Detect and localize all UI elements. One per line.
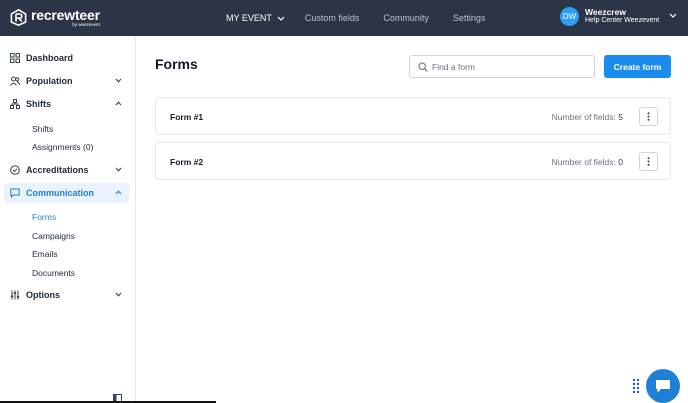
form-card[interactable]: Form #2 Number of fields: 0	[155, 142, 671, 180]
chevron-up-icon	[115, 190, 122, 195]
sliders-icon	[10, 290, 20, 300]
more-vertical-icon	[647, 112, 650, 121]
check-circle-icon	[10, 165, 20, 175]
form-name[interactable]: Form #1	[170, 112, 203, 122]
page-title: Forms	[155, 56, 198, 72]
chevron-down-icon	[115, 292, 122, 297]
chevron-down-icon	[277, 16, 285, 21]
sidebar-subitem-assignments[interactable]: Assignments (0)	[32, 142, 93, 152]
sidebar-item-accreditations[interactable]: Accreditations	[4, 160, 130, 180]
sidebar-subitem-documents[interactable]: Documents	[32, 268, 75, 278]
sidebar-item-label: Options	[26, 290, 60, 300]
more-vertical-icon	[647, 157, 650, 166]
chevron-down-icon	[669, 13, 677, 18]
field-count: Number of fields: 0	[552, 157, 623, 167]
brand-subtitle: by weezevent	[72, 22, 100, 27]
sidebar: Dashboard Population Shifts Shifts Assig…	[0, 36, 136, 403]
nav-settings[interactable]: Settings	[453, 13, 486, 23]
chat-bubble-icon	[656, 379, 670, 392]
user-subtitle: Help Center Weezevent	[585, 17, 660, 25]
nav-custom-fields[interactable]: Custom fields	[305, 13, 360, 23]
sidebar-item-label: Shifts	[26, 99, 52, 109]
chevron-down-icon	[115, 78, 122, 83]
form-card[interactable]: Form #1 Number of fields: 5	[155, 97, 671, 135]
field-count-label: Number of fields:	[551, 112, 616, 122]
message-icon	[10, 188, 20, 198]
grid-icon	[10, 53, 20, 63]
field-count-value: 5	[618, 112, 623, 122]
sidebar-item-label: Population	[26, 76, 73, 86]
create-form-button[interactable]: Create form	[604, 55, 671, 78]
nav-my-event[interactable]: MY EVENT	[226, 13, 285, 23]
nav-community[interactable]: Community	[383, 13, 429, 23]
sidebar-item-shifts[interactable]: Shifts	[4, 94, 130, 114]
people-icon	[10, 76, 20, 86]
search-box[interactable]	[409, 55, 595, 78]
sidebar-subitem-forms[interactable]: Forms	[32, 212, 56, 222]
sidebar-item-communication[interactable]: Communication	[4, 183, 130, 203]
sidebar-item-population[interactable]: Population	[4, 71, 130, 91]
user-name: Weezcrew	[585, 6, 626, 17]
field-count: Number of fields: 5	[552, 112, 623, 122]
top-nav: MY EVENT Custom fields Community Setting…	[226, 0, 509, 36]
form-options-button[interactable]	[639, 152, 658, 171]
user-menu[interactable]: DW Weezcrew Help Center Weezevent	[560, 6, 677, 26]
hierarchy-icon	[10, 99, 20, 109]
search-icon	[418, 62, 428, 72]
logo-icon	[10, 9, 27, 27]
field-count-label: Number of fields:	[551, 157, 616, 167]
avatar: DW	[560, 7, 579, 26]
form-name[interactable]: Form #2	[170, 157, 203, 167]
brand-logo[interactable]: recrewteer by weezevent	[10, 8, 100, 28]
drag-handle-icon[interactable]	[632, 378, 640, 394]
sidebar-item-label: Accreditations	[26, 165, 89, 175]
sidebar-item-options[interactable]: Options	[4, 285, 130, 305]
sidebar-item-label: Communication	[26, 188, 95, 198]
top-bar: recrewteer by weezevent MY EVENT Custom …	[0, 0, 688, 36]
sidebar-subitem-campaigns[interactable]: Campaigns	[32, 231, 75, 241]
sidebar-subitem-emails[interactable]: Emails	[32, 249, 58, 259]
nav-my-event-label: MY EVENT	[226, 13, 272, 23]
chevron-up-icon	[115, 101, 122, 106]
brand-name: recrewteer	[31, 7, 100, 23]
sidebar-item-label: Dashboard	[26, 53, 74, 63]
sidebar-subitem-shifts[interactable]: Shifts	[32, 124, 53, 134]
field-count-value: 0	[618, 157, 623, 167]
sidebar-item-dashboard[interactable]: Dashboard	[4, 48, 130, 68]
search-input[interactable]	[432, 58, 590, 75]
form-options-button[interactable]	[639, 107, 658, 126]
chat-support-button[interactable]	[646, 369, 680, 403]
chevron-down-icon	[115, 167, 122, 172]
